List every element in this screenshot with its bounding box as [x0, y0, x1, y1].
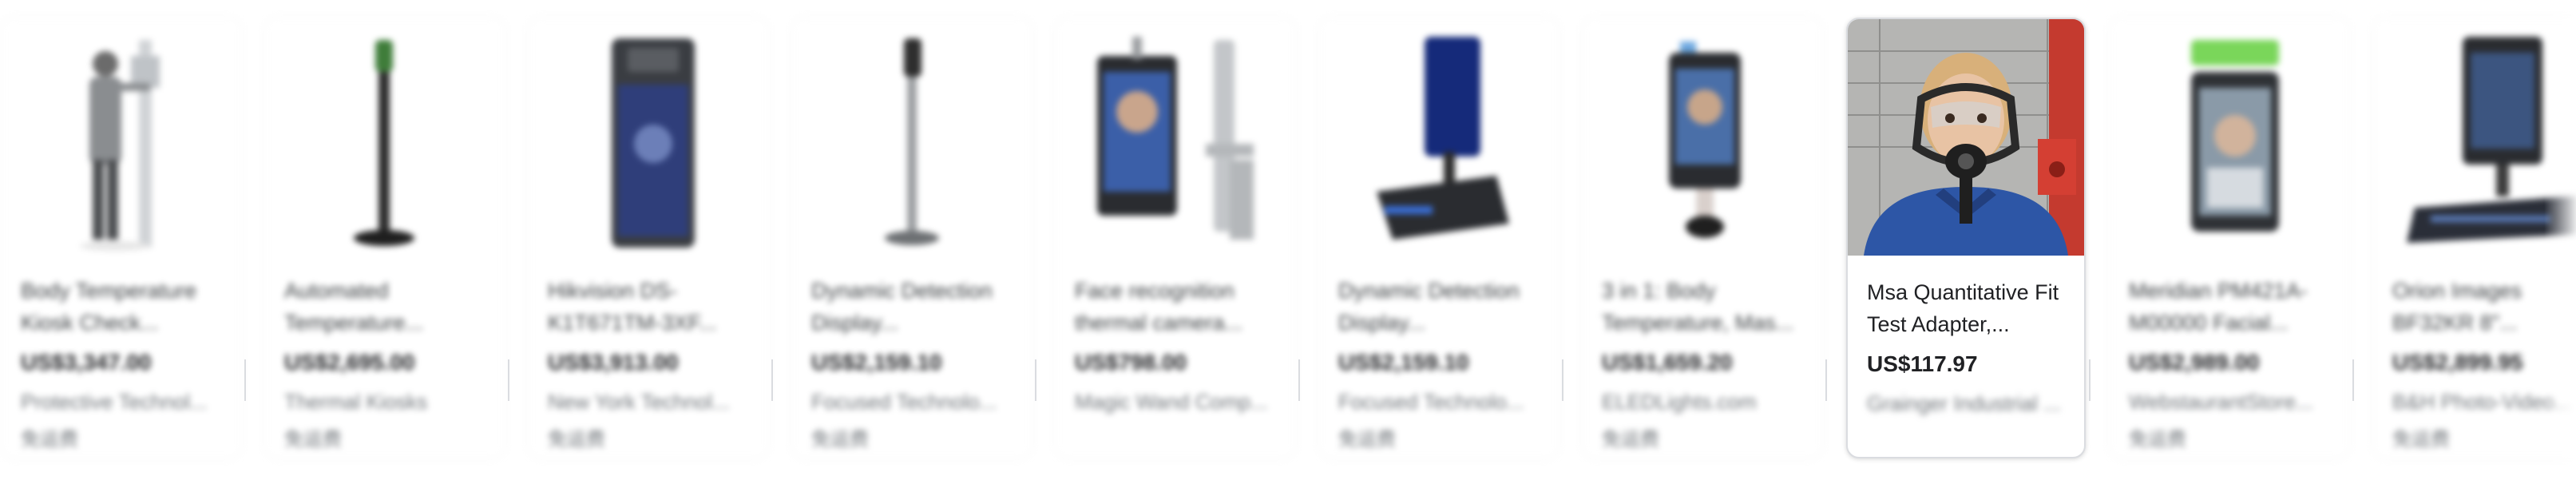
product-price: US$3,347.00 [21, 350, 152, 375]
product-store: Protective Technol... [21, 390, 208, 414]
product-shipping: 免运费 [2392, 429, 2450, 450]
product-price: US$798.00 [1075, 350, 1187, 375]
product-store: Focused Technolo... [1338, 390, 1524, 414]
product-shipping: 免运费 [1338, 429, 1396, 450]
card-divider [1562, 359, 1563, 401]
product-image-facial-terminal-green[interactable] [2119, 24, 2340, 252]
product-card[interactable]: Body Temperature Kiosk Check... US$3,347… [2, 18, 241, 458]
product-store: ELEDLights.com [1602, 390, 1757, 414]
product-image-person-kiosk[interactable] [11, 24, 232, 252]
product-image-desk-terminal[interactable] [1329, 24, 1549, 252]
product-image-face-terminal-small[interactable] [1592, 24, 1813, 252]
product-image-pole-stand[interactable] [275, 24, 495, 252]
product-shipping: 免运费 [2129, 429, 2186, 450]
product-price: US$117.97 [1867, 351, 1978, 376]
product-card-active[interactable]: Msa Quantitative Fit Test Adapter,... US… [1846, 18, 2086, 458]
product-title[interactable]: Msa Quantitative Fit Test Adapter,... [1867, 276, 2071, 340]
product-image-tablet-terminal[interactable] [538, 24, 759, 252]
product-store: WebstaurantStore... [2129, 390, 2313, 414]
product-price: US$1,659.20 [1602, 350, 1733, 375]
product-store: New York Technol... [548, 390, 730, 414]
card-divider [508, 359, 509, 401]
product-shipping: 免运费 [811, 429, 869, 450]
product-shipping: 免运费 [284, 429, 342, 450]
product-title[interactable]: 3 in 1: Body Temperature, Mas... [1602, 275, 1806, 339]
product-price: US$3,913.00 [548, 350, 679, 375]
product-store: Focused Technolo... [811, 390, 997, 414]
product-card[interactable]: Face recognition thermal camera... US$79… [1056, 18, 1295, 458]
product-image-face-terminal[interactable] [1065, 24, 1286, 252]
product-carousel: Body Temperature Kiosk Check... US$3,347… [0, 0, 2576, 484]
product-title[interactable]: Dynamic Detection Display... [1338, 275, 1543, 339]
card-divider [1035, 359, 1036, 401]
product-title[interactable]: Dynamic Detection Display... [811, 275, 1016, 339]
product-price: US$2,899.95 [2392, 350, 2523, 375]
card-divider [1825, 359, 1827, 401]
product-title[interactable]: Face recognition thermal camera... [1075, 275, 1279, 339]
product-card[interactable]: 3 in 1: Body Temperature, Mas... US$1,65… [1583, 18, 1822, 458]
product-image-gas-mask-person[interactable] [1848, 19, 2084, 256]
product-title[interactable]: Automated Temperature... [284, 275, 489, 339]
product-shipping: 免运费 [1602, 429, 1659, 450]
product-card[interactable]: Automated Temperature... US$2,695.00 The… [265, 18, 505, 458]
product-shipping: 免运费 [548, 429, 605, 450]
card-divider [771, 359, 773, 401]
product-card[interactable]: Meridian PM421A-M00000 Facial... US$2,98… [2110, 18, 2349, 458]
card-divider [1298, 359, 1300, 401]
product-image-pole-stand-grey[interactable] [802, 24, 1022, 252]
product-card[interactable]: Dynamic Detection Display... US$2,159.10… [1319, 18, 1559, 458]
product-store: Magic Wand Comp... [1075, 390, 1268, 414]
product-price: US$2,989.00 [2129, 350, 2260, 375]
product-title[interactable]: Hikvision DS-K1T671TM-3XF... [548, 275, 752, 339]
product-price: US$2,695.00 [284, 350, 415, 375]
product-title[interactable]: Body Temperature Kiosk Check... [21, 275, 225, 339]
card-divider [2089, 359, 2091, 401]
carousel-edge-fade [2544, 0, 2576, 484]
product-store: Grainger Industrial ... [1867, 391, 2061, 415]
product-price: US$2,159.10 [811, 350, 942, 375]
product-shipping: 免运费 [21, 429, 78, 450]
product-price: US$2,159.10 [1338, 350, 1469, 375]
product-title[interactable]: Meridian PM421A-M00000 Facial... [2129, 275, 2333, 339]
product-card[interactable]: Hikvision DS-K1T671TM-3XF... US$3,913.00… [529, 18, 768, 458]
card-divider [2352, 359, 2354, 401]
product-store: Thermal Kiosks [284, 390, 428, 414]
card-divider [244, 359, 246, 401]
product-card[interactable]: Dynamic Detection Display... US$2,159.10… [792, 18, 1032, 458]
